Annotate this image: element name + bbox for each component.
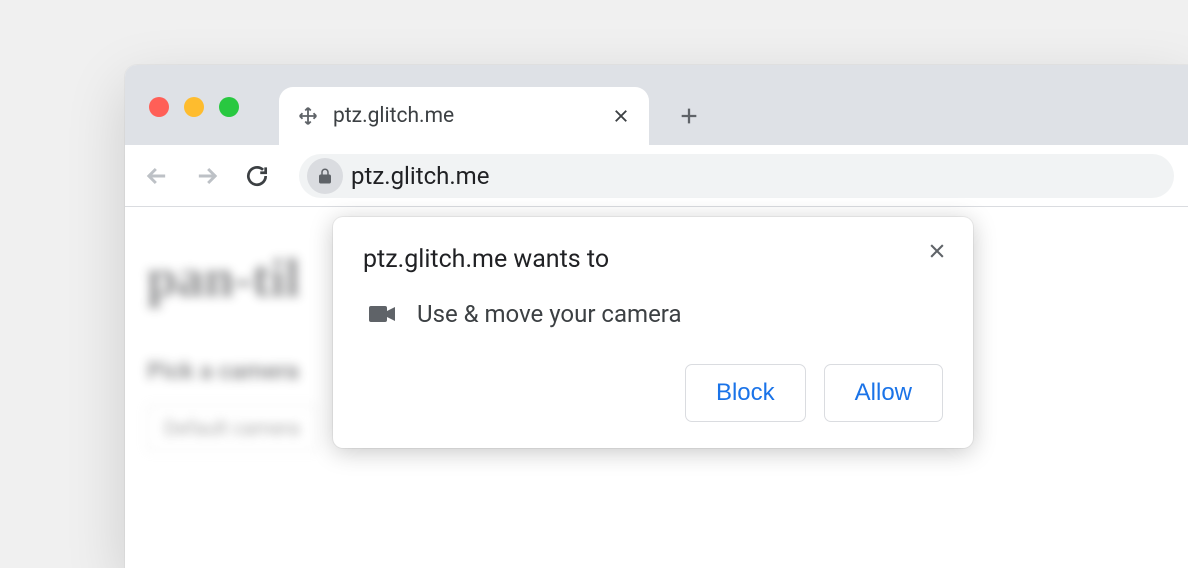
permission-prompt: ptz.glitch.me wants to Use & move your c… (333, 217, 973, 448)
url-text: ptz.glitch.me (351, 162, 489, 190)
browser-tab[interactable]: ptz.glitch.me (279, 87, 649, 145)
tab-title: ptz.glitch.me (333, 104, 482, 128)
close-icon (927, 241, 947, 261)
site-info-button[interactable] (307, 158, 343, 194)
tab-strip: ptz.glitch.me (125, 65, 1188, 145)
move-icon (297, 105, 319, 127)
permission-description: Use & move your camera (417, 300, 682, 328)
address-bar[interactable]: ptz.glitch.me (299, 154, 1174, 198)
block-button[interactable]: Block (685, 364, 806, 422)
lock-icon (316, 167, 334, 185)
forward-button[interactable] (189, 158, 225, 194)
close-window-button[interactable] (149, 97, 169, 117)
browser-toolbar: ptz.glitch.me (125, 145, 1188, 207)
minimize-window-button[interactable] (184, 97, 204, 117)
camera-select[interactable]: Default camera (147, 405, 317, 451)
permission-row: Use & move your camera (369, 300, 943, 328)
window-controls (149, 97, 239, 117)
close-tab-icon[interactable] (611, 106, 631, 126)
reload-button[interactable] (239, 158, 275, 194)
camera-icon (369, 304, 395, 324)
allow-button[interactable]: Allow (824, 364, 943, 422)
prompt-title: ptz.glitch.me wants to (363, 245, 943, 274)
close-prompt-button[interactable] (921, 235, 953, 267)
prompt-buttons: Block Allow (363, 364, 943, 422)
back-button[interactable] (139, 158, 175, 194)
new-tab-button[interactable] (667, 94, 711, 138)
maximize-window-button[interactable] (219, 97, 239, 117)
